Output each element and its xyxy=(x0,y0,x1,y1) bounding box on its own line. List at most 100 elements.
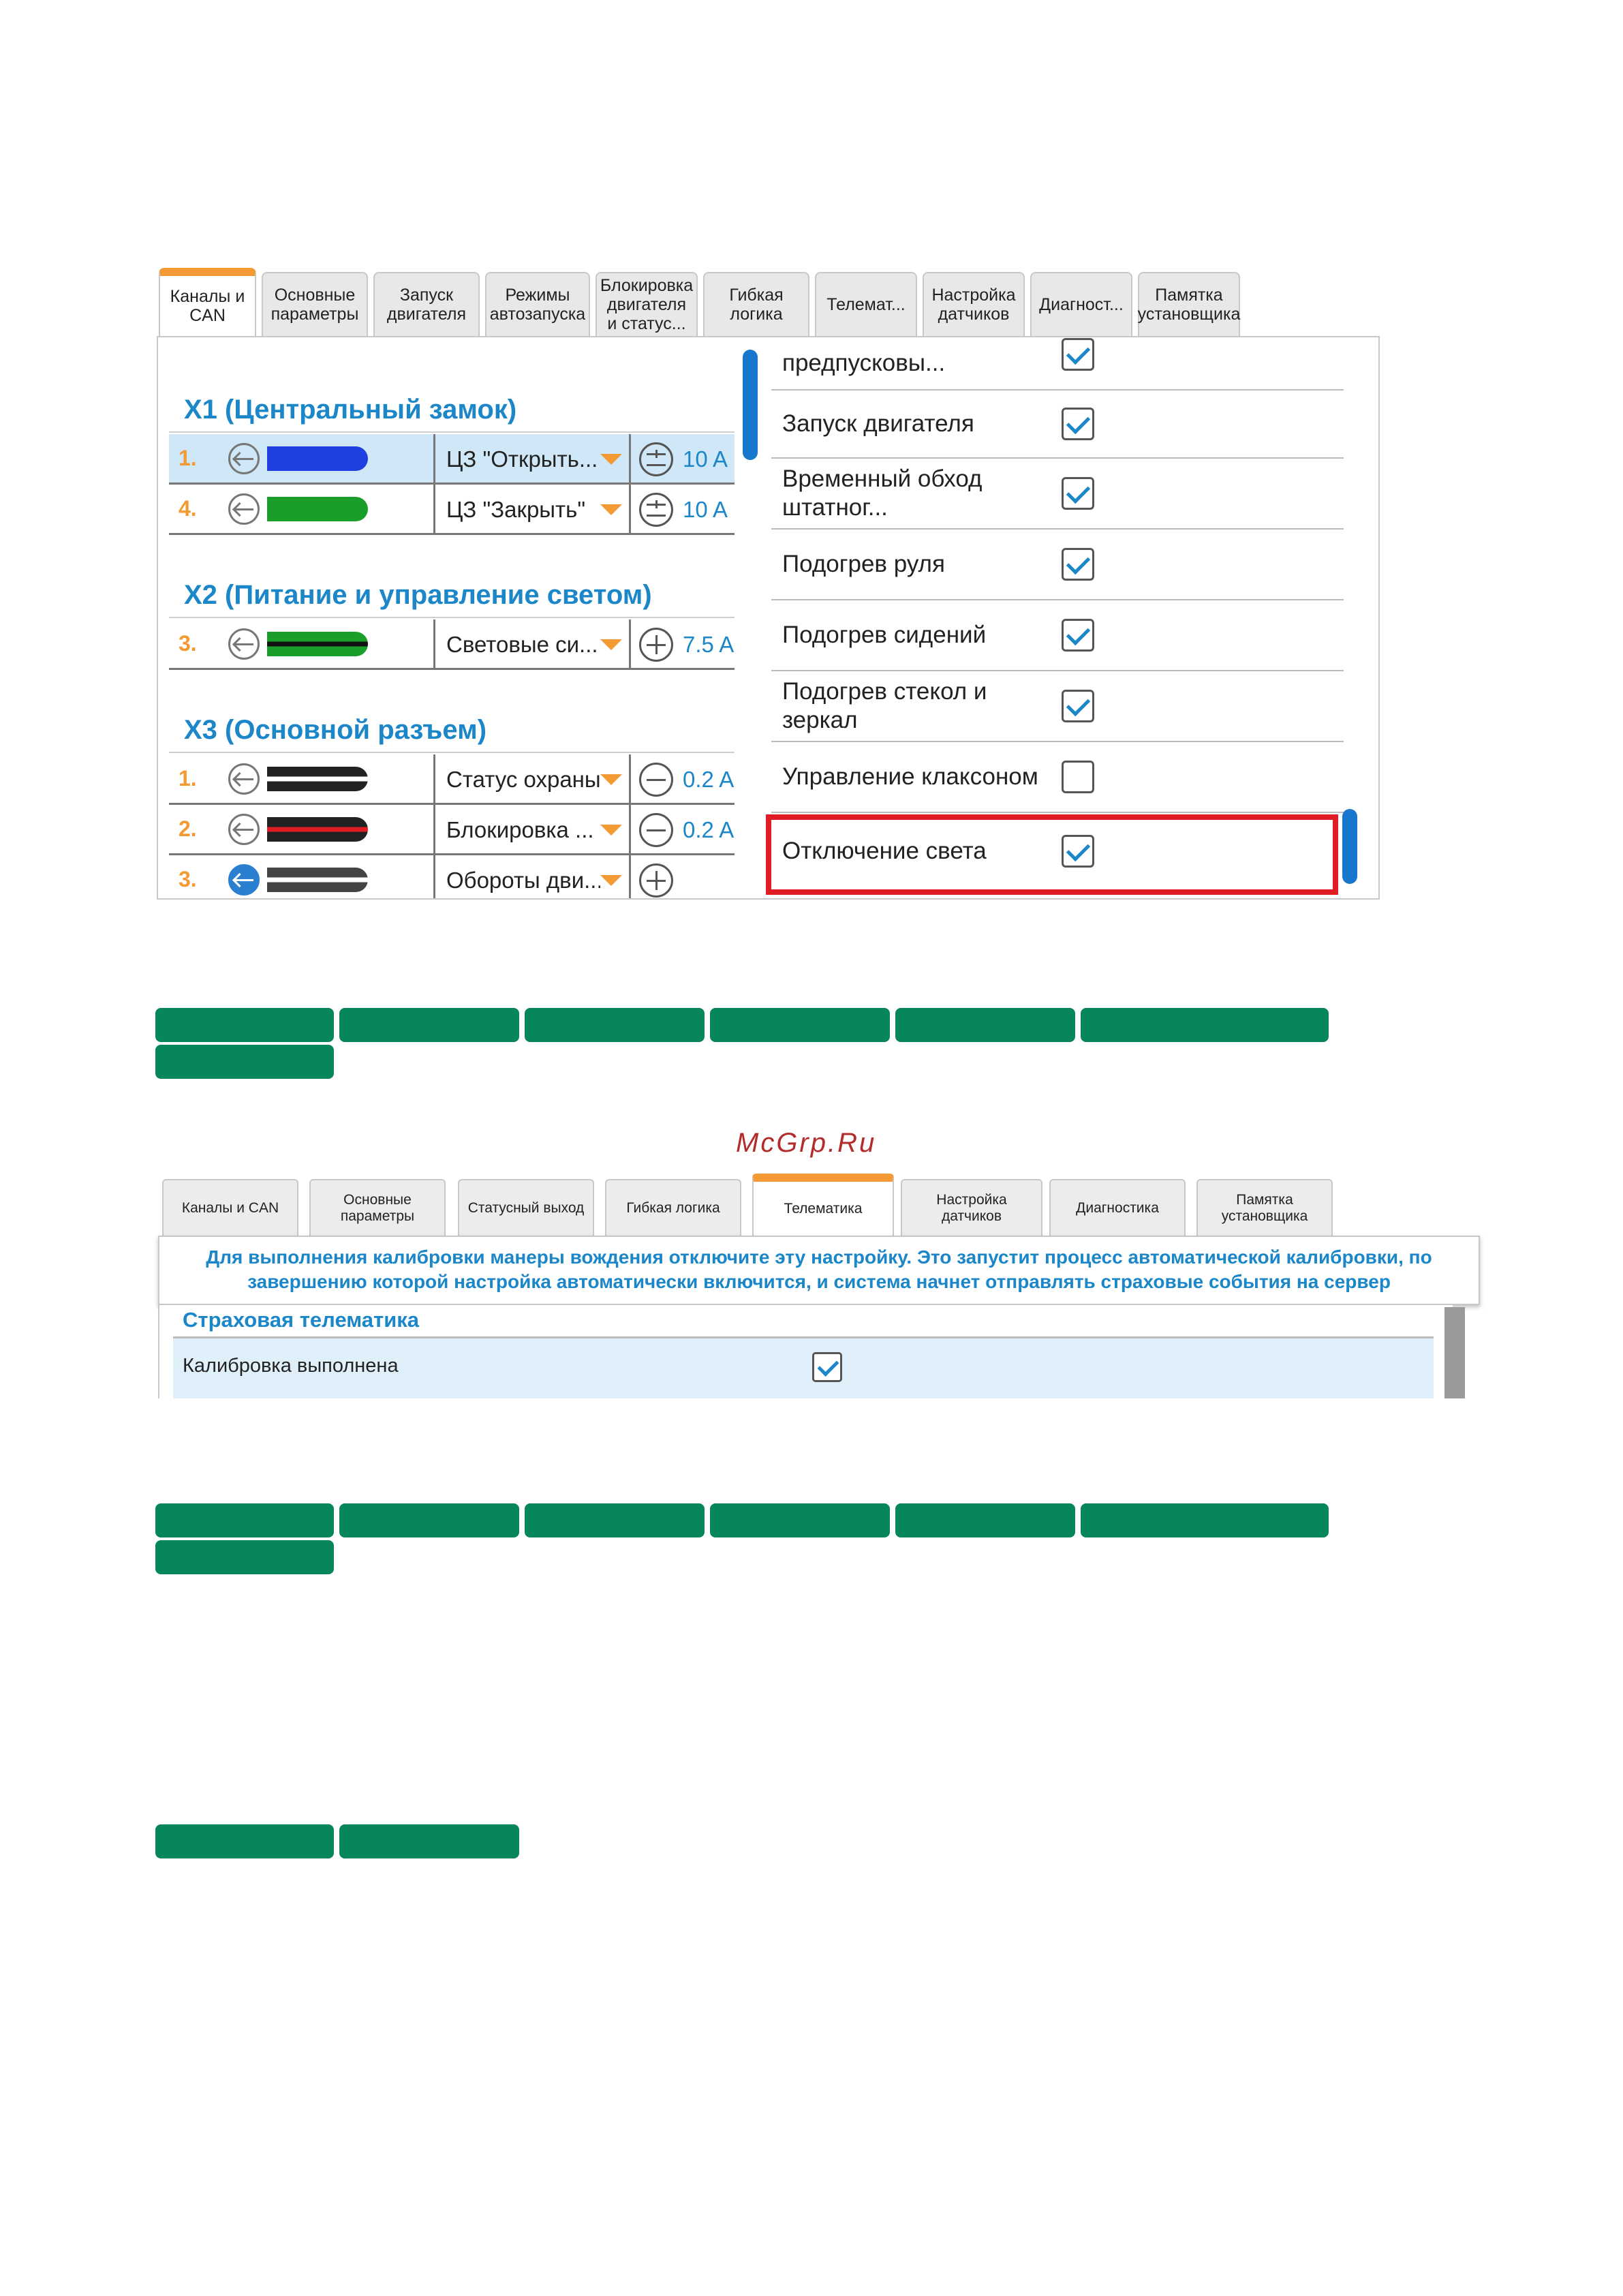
tab-label: Памятка установщика xyxy=(1221,1191,1308,1224)
scrollbar[interactable] xyxy=(1444,1307,1465,1398)
option-row[interactable]: Подогрев руля xyxy=(771,530,1344,600)
select-value: Обороты дви... xyxy=(446,868,600,893)
green-bar xyxy=(339,1503,519,1537)
option-row[interactable]: предпусковы... xyxy=(771,337,1344,391)
tab-label: Памятка установщика xyxy=(1137,286,1241,324)
select-value: ЦЗ "Открыть... xyxy=(446,446,598,472)
right-scrollbar[interactable] xyxy=(1342,809,1357,884)
channel-function-select[interactable]: ЦЗ "Открыть... xyxy=(433,434,631,485)
channels-settings-screenshot: Каналы и CAN Основные параметры Запуск д… xyxy=(157,268,1380,900)
calibration-row[interactable]: Калибровка выполнена xyxy=(173,1338,1434,1398)
tab-bar: Каналы и CAN Основные параметры Запуск д… xyxy=(157,268,1380,336)
channel-row[interactable]: 4. ЦЗ "Закрыть" 10 A xyxy=(169,485,735,535)
dropdown-caret-icon xyxy=(600,875,622,886)
channel-number: 4. xyxy=(179,496,197,521)
option-row[interactable]: Временный обход штатног... xyxy=(771,459,1344,530)
tab-diagnostics[interactable]: Диагност... xyxy=(1030,272,1132,336)
wire-color-icon xyxy=(267,766,368,791)
channel-function-select[interactable]: ЦЗ "Закрыть" xyxy=(433,485,631,535)
current-value: 7.5 A xyxy=(683,632,735,657)
plus-icon xyxy=(639,628,673,662)
green-bar xyxy=(155,1503,334,1537)
tab-flexible-logic[interactable]: Гибкая логика xyxy=(605,1179,741,1236)
dropdown-caret-icon xyxy=(600,504,622,515)
output-arrow-icon xyxy=(223,863,264,897)
channel-function-select[interactable]: Статус охраны xyxy=(433,754,631,805)
current-rating: 0.2 A xyxy=(639,754,734,805)
current-value: 10 A xyxy=(683,497,728,522)
wire-color-icon xyxy=(267,496,368,521)
tab-channels-can[interactable]: Каналы и CAN xyxy=(162,1179,298,1236)
channel-number: 3. xyxy=(179,867,197,891)
green-bar xyxy=(1081,1008,1329,1042)
output-arrow-icon xyxy=(223,492,264,526)
calibration-checkbox[interactable] xyxy=(812,1352,842,1382)
banner-line: завершению которой настройка автоматичес… xyxy=(247,1271,1391,1292)
option-checkbox[interactable] xyxy=(1062,408,1094,440)
option-checkbox[interactable] xyxy=(1062,477,1094,510)
output-arrow-icon xyxy=(223,762,264,796)
option-label: Подогрев стекол и зеркал xyxy=(782,678,987,733)
option-row[interactable]: Запуск двигателя xyxy=(771,391,1344,459)
left-scrollbar[interactable] xyxy=(743,350,758,460)
calibration-hint-banner: Для выполнения калибровки манеры вождени… xyxy=(158,1236,1480,1305)
current-rating xyxy=(639,855,683,898)
tab-main-params[interactable]: Основные параметры xyxy=(309,1179,446,1236)
option-row[interactable]: Подогрев стекол и зеркал xyxy=(771,671,1344,742)
output-arrow-icon xyxy=(223,812,264,846)
option-label: Временный обход штатног... xyxy=(782,465,983,521)
tab-installer-memo[interactable]: Памятка установщика xyxy=(1196,1179,1333,1236)
tab-label: Основные параметры xyxy=(340,1191,415,1224)
green-bar xyxy=(155,1824,334,1858)
tab-label: Телемат... xyxy=(826,295,906,314)
green-bar xyxy=(155,1540,334,1574)
green-bar xyxy=(1081,1503,1329,1537)
channel-row[interactable]: 3. Обороты дви... xyxy=(169,855,735,898)
option-checkbox[interactable] xyxy=(1062,761,1094,793)
channel-row[interactable]: 2. Блокировка ... 0.2 A xyxy=(169,805,735,855)
tab-engine-start[interactable]: Запуск двигателя xyxy=(373,272,480,336)
plus-minus-icon xyxy=(639,442,673,476)
group-title-x1: X1 (Центральный замок) xyxy=(169,386,735,433)
section-title: Страховая телематика xyxy=(183,1308,420,1332)
tab-diagnostics[interactable]: Диагностика xyxy=(1049,1179,1186,1236)
tab-telematics[interactable]: Телематика xyxy=(752,1174,894,1236)
option-checkbox[interactable] xyxy=(1062,548,1094,581)
green-bar xyxy=(895,1008,1075,1042)
option-label: предпусковы... xyxy=(782,350,946,376)
current-rating: 0.2 A xyxy=(639,805,734,855)
channel-number: 3. xyxy=(179,631,197,656)
tab-label: Гибкая логика xyxy=(626,1199,720,1216)
tab-sensors[interactable]: Настройка датчиков xyxy=(901,1179,1042,1236)
select-value: Световые си... xyxy=(446,632,598,657)
channel-function-select[interactable]: Блокировка ... xyxy=(433,805,631,855)
tab-channels-can[interactable]: Каналы и CAN xyxy=(159,268,256,336)
tab-main-params[interactable]: Основные параметры xyxy=(262,272,368,336)
tab-engine-lock[interactable]: Блокировка двигателя и статус... xyxy=(596,272,698,336)
channel-row[interactable]: 3. Световые си... 7.5 A xyxy=(169,619,735,670)
green-bar xyxy=(710,1503,890,1537)
option-checkbox[interactable] xyxy=(1062,690,1094,722)
channel-row[interactable]: 1. Статус охраны 0.2 A xyxy=(169,754,735,805)
option-row[interactable]: Подогрев сидений xyxy=(771,600,1344,671)
option-checkbox[interactable] xyxy=(1062,619,1094,652)
option-row[interactable]: Управление клаксоном xyxy=(771,742,1344,813)
channel-row[interactable]: 1. ЦЗ "Открыть... 10 A xyxy=(169,434,735,485)
channel-function-select[interactable]: Обороты дви... xyxy=(433,855,631,898)
tab-sensors[interactable]: Настройка датчиков xyxy=(923,272,1025,336)
banner-line: Для выполнения калибровки манеры вождени… xyxy=(206,1246,1432,1268)
tab-installer-memo[interactable]: Памятка установщика xyxy=(1138,272,1240,336)
option-checkbox[interactable] xyxy=(1062,338,1094,371)
green-bar xyxy=(525,1503,705,1537)
channels-panel: X1 (Центральный замок) 1. ЦЗ "Открыть...… xyxy=(157,336,1380,900)
tab-autostart-modes[interactable]: Режимы автозапуска xyxy=(485,272,590,336)
watermark-text: McGrp.Ru xyxy=(736,1128,877,1158)
channel-function-select[interactable]: Световые си... xyxy=(433,619,631,670)
tab-label: Настройка датчиков xyxy=(936,1191,1007,1224)
tab-label: Диагностика xyxy=(1076,1199,1159,1216)
tab-status-output[interactable]: Статусный выход xyxy=(458,1179,594,1236)
tab-flexible-logic[interactable]: Гибкая логика xyxy=(703,272,809,336)
current-value: 10 A xyxy=(683,446,728,472)
tab-telematics[interactable]: Телемат... xyxy=(815,272,917,336)
plus-minus-icon xyxy=(639,493,673,527)
